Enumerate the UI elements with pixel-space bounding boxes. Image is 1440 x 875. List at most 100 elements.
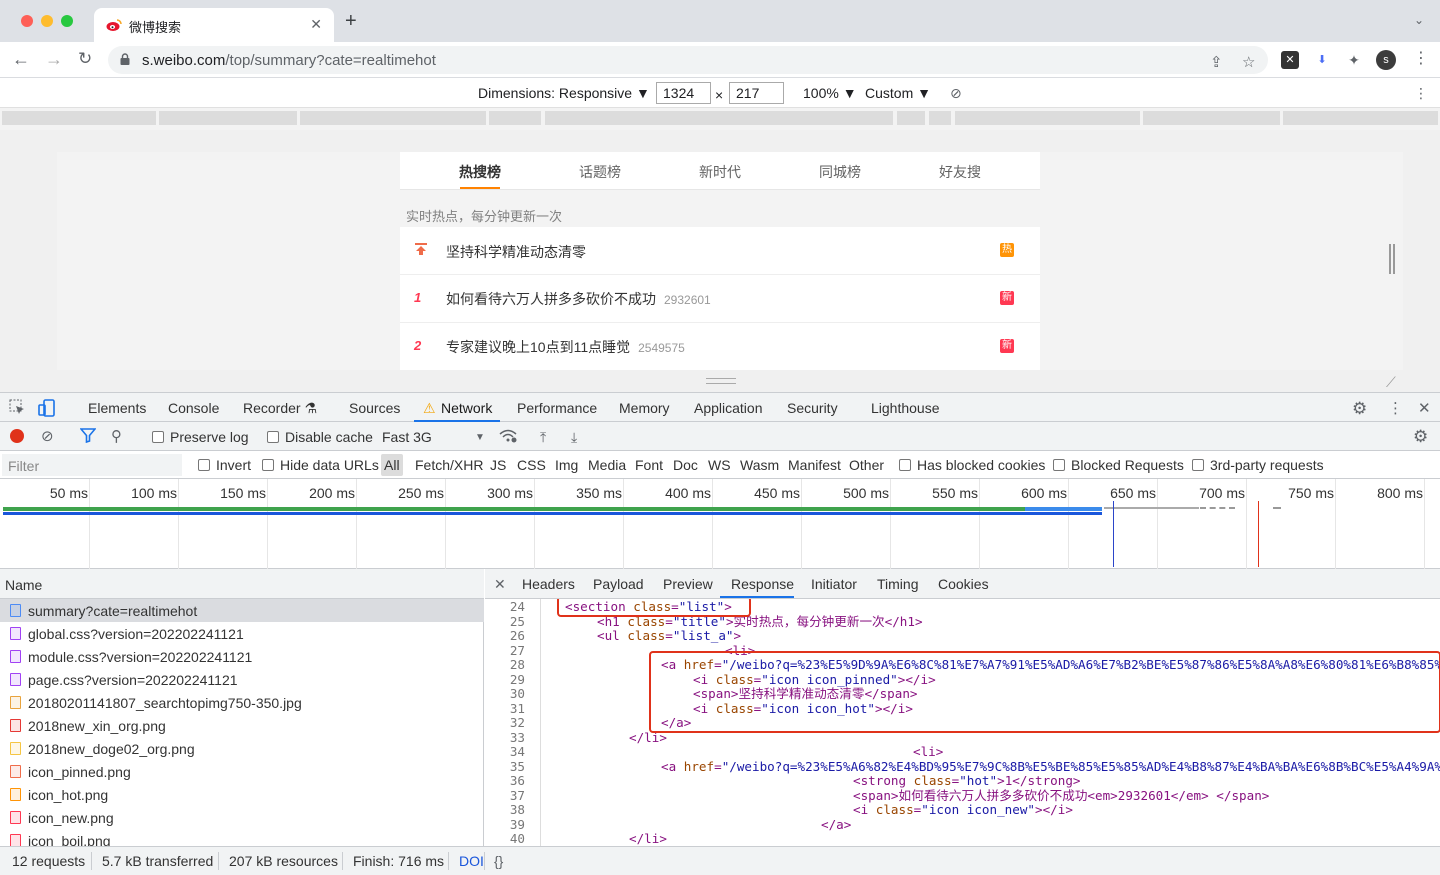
throttling-dropdown[interactable]: Fast 3G	[382, 429, 432, 445]
viewport-height-input[interactable]	[729, 82, 784, 104]
type-filter-media[interactable]: Media	[588, 457, 626, 473]
filter-input[interactable]: Filter	[2, 454, 182, 476]
browser-tab[interactable]: 微博搜索 ✕	[94, 8, 334, 42]
filter-funnel-icon[interactable]	[79, 428, 97, 446]
type-filter-ws[interactable]: WS	[708, 457, 731, 473]
type-filter-manifest[interactable]: Manifest	[788, 457, 841, 473]
tab-elements[interactable]: Elements	[88, 400, 146, 416]
type-filter-other[interactable]: Other	[849, 457, 884, 473]
extension-download-icon[interactable]: ⬇	[1313, 51, 1331, 69]
hot-list-item[interactable]: 2 专家建议晚上10点到11点睡觉 2549575 新	[400, 323, 1040, 370]
request-row[interactable]: 2018new_xin_org.png	[0, 714, 484, 737]
hide-data-urls-checkbox[interactable]: Hide data URLs	[262, 457, 379, 473]
search-icon[interactable]: ⚲	[111, 427, 122, 445]
tab-local[interactable]: 同城榜	[780, 162, 900, 182]
browser-menu-icon[interactable]: ⋮	[1413, 49, 1429, 69]
tab-console[interactable]: Console	[168, 400, 219, 416]
url-omnibox[interactable]: s.weibo.com/top/summary?cate=realtimehot…	[108, 46, 1268, 74]
response-source-view[interactable]: 24 25 26 27 28 29 30 31 32 33 34 35 36 37 38 39 40 <sect…	[485, 599, 1440, 846]
tab-recorder[interactable]: Recorder ⚗	[243, 400, 317, 417]
tab-friends[interactable]: 好友搜	[900, 162, 1020, 182]
type-filter-css[interactable]: CSS	[517, 457, 546, 473]
tab-hot-search[interactable]: 热搜榜	[420, 162, 540, 189]
tab-new-era[interactable]: 新时代	[660, 162, 780, 182]
reload-button[interactable]: ↻	[78, 49, 92, 69]
share-icon[interactable]: ⇪	[1210, 53, 1223, 71]
tab-security[interactable]: Security	[787, 400, 838, 416]
device-toolbar-more-icon[interactable]: ⋮	[1414, 85, 1428, 102]
request-row[interactable]: summary?cate=realtimehot	[0, 599, 484, 622]
ruler-segment[interactable]	[545, 111, 893, 125]
minimize-window-button[interactable]	[41, 15, 53, 27]
extension-x-icon[interactable]: ✕	[1281, 51, 1299, 69]
ruler-segment[interactable]	[1143, 111, 1280, 125]
import-har-icon[interactable]: ⤒	[540, 429, 546, 446]
export-har-icon[interactable]: ⤓	[571, 429, 577, 446]
devtools-more-icon[interactable]: ⋮	[1388, 399, 1403, 417]
disable-cache-checkbox[interactable]: Disable cache	[267, 429, 373, 445]
close-window-button[interactable]	[21, 15, 33, 27]
throttle-dropdown[interactable]: Custom ▼	[865, 85, 931, 101]
ruler-segment[interactable]	[1283, 111, 1438, 125]
type-filter-font[interactable]: Font	[635, 457, 663, 473]
tab-memory[interactable]: Memory	[619, 400, 670, 416]
dimensions-dropdown[interactable]: Dimensions: Responsive ▼	[478, 85, 650, 101]
type-filter-doc[interactable]: Doc	[673, 457, 698, 473]
tab-timing[interactable]: Timing	[877, 576, 919, 592]
request-row[interactable]: 20180201141807_searchtopimg750-350.jpg	[0, 691, 484, 714]
rotate-icon[interactable]: ⊘	[950, 85, 962, 102]
back-button[interactable]: ←	[12, 49, 30, 69]
request-row[interactable]: icon_hot.png	[0, 783, 484, 806]
blocked-requests-checkbox[interactable]: Blocked Requests	[1053, 457, 1184, 473]
request-row[interactable]: page.css?version=202202241121	[0, 668, 484, 691]
tab-preview[interactable]: Preview	[663, 576, 713, 592]
preserve-log-checkbox[interactable]: Preserve log	[152, 429, 249, 445]
type-filter-wasm[interactable]: Wasm	[740, 457, 779, 473]
inspect-element-icon[interactable]	[9, 399, 25, 419]
request-row[interactable]: global.css?version=202202241121	[0, 622, 484, 645]
tab-topics[interactable]: 话题榜	[540, 162, 660, 182]
ruler-segment[interactable]	[955, 111, 1140, 125]
device-toggle-icon[interactable]	[38, 399, 56, 421]
throttling-chevron-icon[interactable]: ▼	[475, 432, 485, 443]
third-party-checkbox[interactable]: 3rd-party requests	[1192, 457, 1324, 473]
request-row[interactable]: module.css?version=202202241121	[0, 645, 484, 668]
network-settings-gear-icon[interactable]: ⚙	[1413, 427, 1428, 447]
ruler-segment[interactable]	[929, 111, 951, 125]
ruler-segment[interactable]	[897, 111, 925, 125]
tab-network[interactable]: Network	[441, 400, 492, 416]
tab-search-chevron-icon[interactable]: ⌄	[1414, 13, 1424, 27]
has-blocked-cookies-checkbox[interactable]: Has blocked cookies	[899, 457, 1045, 473]
ruler-segment[interactable]	[2, 111, 156, 125]
viewport-width-input[interactable]	[656, 82, 711, 104]
tab-cookies[interactable]: Cookies	[938, 576, 989, 592]
resize-handle-right[interactable]	[1389, 244, 1395, 274]
close-devtools-icon[interactable]: ✕	[1418, 399, 1431, 417]
record-button[interactable]	[10, 429, 24, 443]
network-overview-timeline[interactable]: 50 ms 100 ms 150 ms 200 ms 250 ms 300 ms…	[0, 479, 1440, 569]
tab-headers[interactable]: Headers	[522, 576, 575, 592]
type-filter-js[interactable]: JS	[490, 457, 506, 473]
name-column-header[interactable]: Name	[0, 569, 484, 599]
request-row[interactable]: 2018new_doge02_org.png	[0, 737, 484, 760]
tab-performance[interactable]: Performance	[517, 400, 597, 416]
profile-avatar[interactable]: s	[1376, 50, 1396, 70]
tab-sources[interactable]: Sources	[349, 400, 400, 416]
bookmark-star-icon[interactable]: ☆	[1242, 53, 1255, 71]
hot-list-item[interactable]: 坚持科学精准动态清零 热	[400, 227, 1040, 275]
ruler-segment[interactable]	[159, 111, 297, 125]
extensions-puzzle-icon[interactable]: ✦	[1345, 51, 1363, 69]
clear-icon[interactable]: ⊘	[41, 427, 54, 445]
tab-response[interactable]: Response	[731, 576, 794, 592]
zoom-dropdown[interactable]: 100% ▼	[803, 85, 857, 101]
ruler-segment[interactable]	[300, 111, 486, 125]
hot-list-item[interactable]: 1 如何看待六万人拼多多砍价不成功 2932601 新	[400, 275, 1040, 323]
pretty-print-button[interactable]: {}	[494, 853, 503, 869]
tab-lighthouse[interactable]: Lighthouse	[871, 400, 940, 416]
ruler-segment[interactable]	[489, 111, 541, 125]
invert-checkbox[interactable]: Invert	[198, 457, 251, 473]
resize-handle-bottom[interactable]	[706, 378, 736, 384]
tab-initiator[interactable]: Initiator	[811, 576, 857, 592]
maximize-window-button[interactable]	[61, 15, 73, 27]
type-filter-fetch-xhr[interactable]: Fetch/XHR	[415, 457, 483, 473]
